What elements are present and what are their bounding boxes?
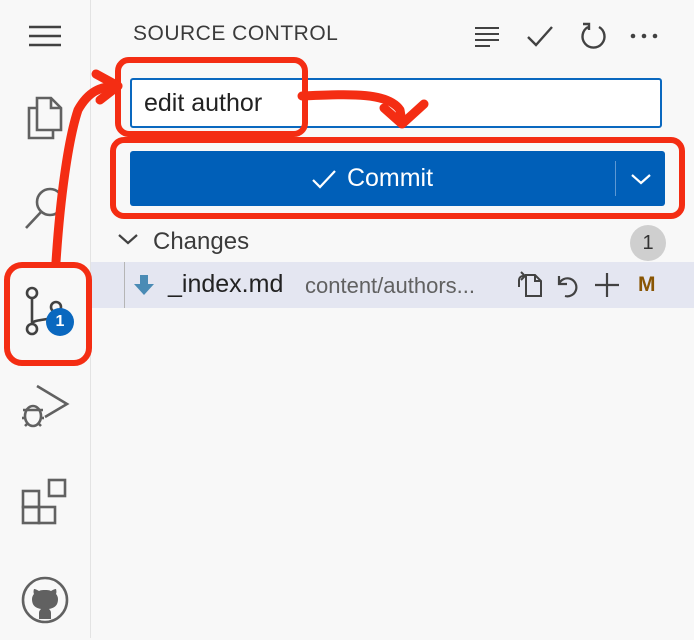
checkmark-icon bbox=[312, 169, 336, 189]
commit-button-label: Commit bbox=[346, 164, 434, 192]
commit-button[interactable]: Commit bbox=[130, 151, 614, 206]
modified-status-badge: M bbox=[638, 273, 656, 296]
search-icon[interactable] bbox=[0, 168, 90, 248]
chevron-down-icon bbox=[630, 173, 651, 184]
activity-bar: 1 bbox=[0, 0, 91, 638]
github-icon[interactable] bbox=[0, 560, 90, 640]
scm-badge: 1 bbox=[46, 308, 74, 336]
tree-indent-guide bbox=[124, 262, 125, 308]
changes-label: Changes bbox=[153, 228, 250, 255]
changed-file-row[interactable]: _index.md content/authors... M bbox=[91, 262, 694, 308]
explorer-icon[interactable] bbox=[0, 78, 90, 158]
source-control-panel: SOURCE CONTROL Commit Changes 1 _index.m… bbox=[91, 0, 694, 638]
menu-icon[interactable] bbox=[0, 0, 90, 72]
commit-options-dropdown[interactable] bbox=[616, 151, 665, 206]
changes-count-badge: 1 bbox=[630, 225, 666, 261]
refresh-icon[interactable] bbox=[575, 18, 611, 54]
commit-check-icon[interactable] bbox=[522, 18, 558, 54]
chevron-down-icon[interactable] bbox=[117, 232, 139, 246]
commit-message-input[interactable] bbox=[130, 78, 662, 128]
file-path: content/authors... bbox=[305, 273, 475, 298]
stage-changes-icon[interactable] bbox=[592, 270, 622, 300]
discard-changes-icon[interactable] bbox=[551, 270, 581, 300]
file-name: _index.md bbox=[168, 270, 284, 298]
extensions-icon[interactable] bbox=[0, 462, 90, 542]
panel-title: SOURCE CONTROL bbox=[133, 22, 339, 45]
run-and-debug-icon[interactable] bbox=[0, 366, 90, 446]
open-file-icon[interactable] bbox=[515, 270, 545, 300]
markdown-file-icon bbox=[134, 275, 154, 295]
source-control-icon[interactable]: 1 bbox=[0, 272, 90, 352]
changes-section-header[interactable]: Changes 1 bbox=[91, 222, 694, 262]
view-as-tree-icon[interactable] bbox=[469, 18, 505, 54]
more-actions-icon[interactable] bbox=[626, 18, 662, 54]
commit-button-group: Commit bbox=[130, 151, 665, 206]
